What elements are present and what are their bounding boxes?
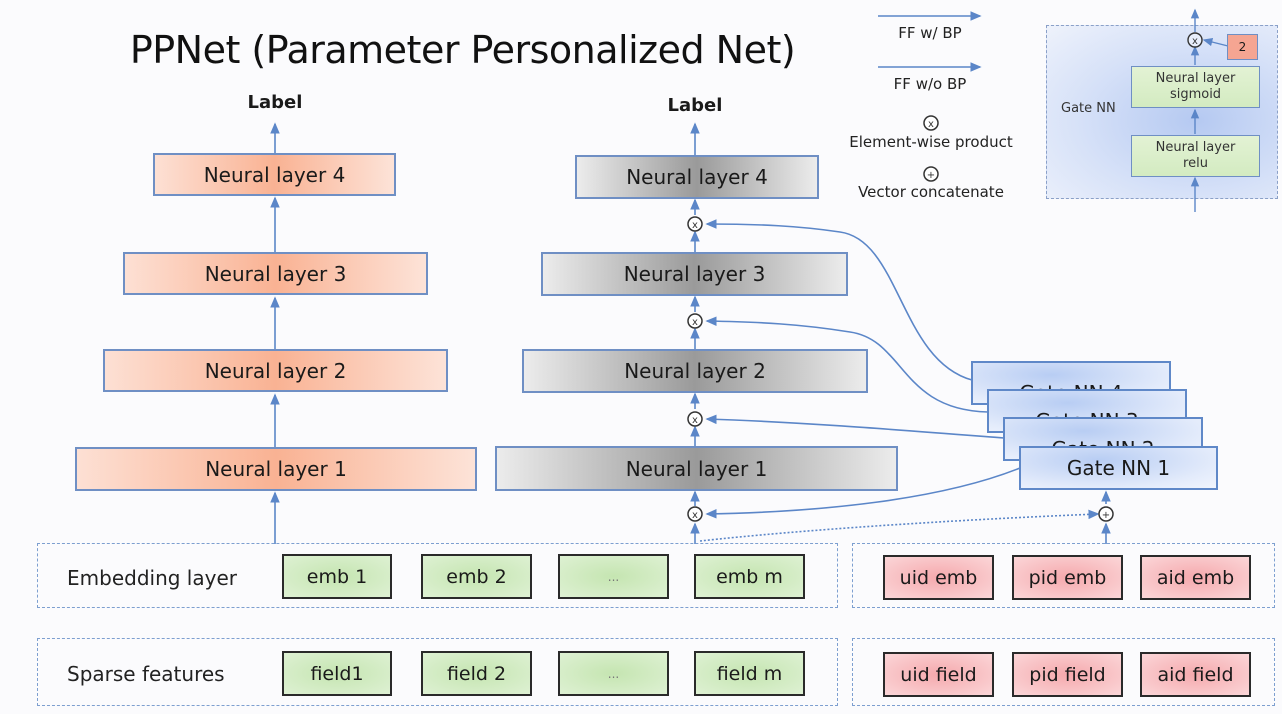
gate2-curve (705, 414, 1005, 439)
gate-nn-1: Gate NN 1 (1019, 446, 1218, 490)
ppnet-neural-layer-3: Neural layer 3 (541, 252, 848, 296)
aid-field: aid field (1140, 652, 1251, 697)
gate-detail-sigmoid-layer: Neural layer sigmoid (1131, 66, 1260, 108)
field-ellipsis: ... (558, 651, 669, 696)
legend-ff-nobp: FF w/o BP (893, 75, 967, 93)
pid-field: pid field (1012, 652, 1123, 697)
emb-2: emb 2 (421, 554, 532, 599)
aid-emb: aid emb (1140, 555, 1251, 600)
left-neural-layer-3: Neural layer 3 (123, 252, 428, 295)
embedding-layer-label: Embedding layer (67, 566, 237, 590)
ppnet-neural-layer-1: Neural layer 1 (495, 446, 898, 491)
svg-text:+: + (927, 170, 935, 181)
legend-product-label: Element-wise product (849, 133, 1013, 151)
ppnet-label: Label (667, 95, 723, 116)
gate-detail-scale: 2 (1227, 34, 1258, 60)
uid-field: uid field (883, 652, 994, 697)
field-1: field1 (282, 651, 392, 696)
emb-to-concat-dotted (699, 509, 1100, 542)
field-m: field m (694, 651, 805, 696)
svg-text:+: + (1102, 510, 1110, 521)
svg-text:x: x (692, 510, 698, 521)
emb-m: emb m (694, 554, 805, 599)
legend-concat-label: Vector concatenate (858, 183, 1004, 201)
svg-text:x: x (692, 415, 698, 426)
svg-text:x: x (692, 317, 698, 328)
svg-text:x: x (928, 119, 934, 130)
emb-1: emb 1 (282, 554, 392, 599)
left-neural-layer-4: Neural layer 4 (153, 153, 396, 196)
svg-text:x: x (692, 220, 698, 231)
left-label: Label (247, 92, 303, 113)
pid-emb: pid emb (1012, 555, 1123, 600)
ppnet-neural-layer-4: Neural layer 4 (575, 155, 819, 199)
page-title: PPNet (Parameter Personalized Net) (129, 28, 796, 72)
gate-detail-label: Gate NN (1061, 101, 1116, 116)
sparse-features-label: Sparse features (67, 662, 225, 686)
field-2: field 2 (421, 651, 532, 696)
emb-ellipsis: ... (558, 554, 669, 599)
gate-detail-relu-layer: Neural layer relu (1131, 135, 1260, 177)
left-neural-layer-2: Neural layer 2 (103, 349, 448, 392)
ppnet-neural-layer-2: Neural layer 2 (522, 349, 868, 393)
left-neural-layer-1: Neural layer 1 (75, 447, 477, 491)
uid-emb: uid emb (883, 555, 994, 600)
legend-ff-bp: FF w/ BP (898, 24, 962, 42)
